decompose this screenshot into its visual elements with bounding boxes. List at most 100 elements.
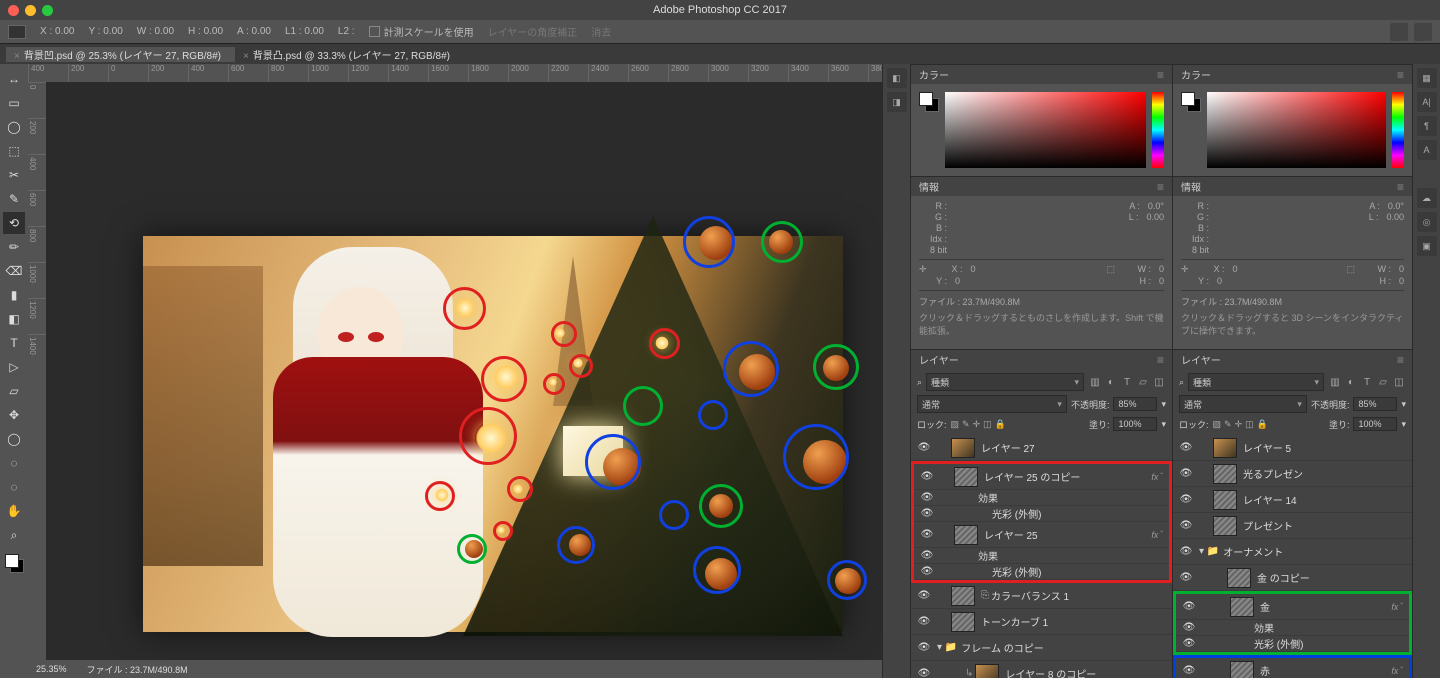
close-window-button[interactable] — [8, 5, 19, 16]
color-swatch[interactable] — [5, 554, 23, 572]
visibility-toggle-icon[interactable]: 👁 — [914, 566, 940, 577]
layer-row[interactable]: 👁レイヤー 5 — [1173, 435, 1412, 461]
visibility-toggle-icon[interactable]: 👁 — [911, 590, 937, 601]
tool-button[interactable]: ⌫ — [3, 260, 25, 282]
opt-clear[interactable]: 消去 — [591, 24, 611, 39]
lock-all-icon[interactable]: ▨ — [951, 419, 960, 430]
color-field[interactable] — [945, 92, 1146, 168]
filter-type-icon[interactable]: T — [1360, 377, 1374, 388]
layer-thumbnail[interactable] — [1213, 438, 1237, 458]
layer-name[interactable]: 赤 — [1260, 663, 1387, 678]
tool-button[interactable]: ◯ — [3, 428, 25, 450]
tool-button[interactable]: ◌ — [3, 452, 25, 474]
filter-adjust-icon[interactable]: ◐ — [1344, 377, 1358, 388]
info-panel-tab[interactable]: 情報≡ — [911, 176, 1172, 196]
color-swatch[interactable] — [1181, 92, 1201, 112]
layer-name[interactable]: レイヤー 14 — [1243, 492, 1406, 507]
layer-thumbnail[interactable] — [954, 525, 978, 545]
filter-smart-icon[interactable]: ◫ — [1392, 377, 1406, 388]
layer-thumbnail[interactable] — [1213, 516, 1237, 536]
panel-menu-icon[interactable]: ≡ — [1157, 68, 1164, 82]
layer-name[interactable]: 金 のコピー — [1257, 570, 1406, 585]
layer-row[interactable]: 👁レイヤー 25fxˆ — [914, 522, 1169, 548]
lock-icon[interactable]: 🔒 — [1257, 419, 1268, 430]
layer-name[interactable]: レイヤー 5 — [1243, 440, 1406, 455]
visibility-toggle-icon[interactable]: 👁 — [914, 550, 940, 561]
layer-thumbnail[interactable] — [951, 612, 975, 632]
layer-thumbnail[interactable] — [975, 664, 999, 678]
layer-thumbnail[interactable] — [1230, 661, 1254, 678]
tool-button[interactable]: ✎ — [3, 188, 25, 210]
lock-pixels-icon[interactable]: ✎ — [1224, 419, 1232, 430]
filter-shape-icon[interactable]: ▱ — [1136, 377, 1150, 388]
tool-button[interactable]: ▱ — [3, 380, 25, 402]
color-swatch[interactable] — [919, 92, 939, 112]
tool-button[interactable]: ⬚ — [3, 140, 25, 162]
layer-name[interactable]: 効果 — [1254, 620, 1403, 635]
workspace-icon[interactable] — [1414, 23, 1432, 41]
filter-pixel-icon[interactable]: ▥ — [1328, 377, 1342, 388]
fill-input[interactable]: 100% — [1353, 417, 1397, 431]
cc-icon[interactable]: ◎ — [1417, 212, 1437, 232]
layer-folder[interactable]: 👁▾ 📁オーナメント — [1173, 539, 1412, 565]
layer-name[interactable]: 光彩 (外側) — [1254, 636, 1403, 651]
opacity-input[interactable]: 85% — [1353, 397, 1397, 411]
tool-button[interactable]: ⌕ — [3, 524, 25, 546]
layer-name[interactable]: オーナメント — [1223, 544, 1406, 559]
chevron-up-icon[interactable]: ˆ — [1160, 472, 1163, 481]
layer-filter-kind[interactable]: 種類 — [1188, 373, 1324, 391]
grid-icon[interactable]: ▦ — [1417, 68, 1437, 88]
document-tab[interactable]: ×背景凹.psd @ 25.3% (レイヤー 27, RGB/8#) — [6, 47, 235, 62]
visibility-toggle-icon[interactable]: 👁 — [1176, 601, 1202, 612]
layer-effect-row[interactable]: 👁光彩 (外側) — [1176, 636, 1409, 652]
layer-thumbnail[interactable] — [951, 586, 975, 606]
visibility-toggle-icon[interactable]: 👁 — [911, 442, 937, 453]
tool-button[interactable]: ▷ — [3, 356, 25, 378]
layer-name[interactable]: レイヤー 27 — [981, 440, 1166, 455]
search-icon[interactable] — [1390, 23, 1408, 41]
visibility-toggle-icon[interactable]: 👁 — [911, 642, 937, 653]
checkbox-measure[interactable]: 計測スケールを使用 — [369, 24, 474, 39]
panel-menu-icon[interactable]: ≡ — [1157, 353, 1164, 367]
layer-filter-kind[interactable]: 種類 — [926, 373, 1084, 391]
layer-name[interactable]: レイヤー 8 のコピー — [1005, 666, 1166, 678]
layer-name[interactable]: 光彩 (外側) — [992, 564, 1163, 579]
tool-button[interactable]: T — [3, 332, 25, 354]
visibility-toggle-icon[interactable]: 👁 — [1176, 622, 1202, 633]
visibility-toggle-icon[interactable]: 👁 — [1173, 520, 1199, 531]
layer-name[interactable]: 光るプレゼン — [1243, 466, 1406, 481]
lock-position-icon[interactable]: ✛ — [973, 419, 981, 430]
tool-button[interactable]: ▮ — [3, 284, 25, 306]
panel-menu-icon[interactable]: ≡ — [1397, 180, 1404, 194]
info-panel-tab[interactable]: 情報≡ — [1173, 176, 1412, 196]
zoom-window-button[interactable] — [42, 5, 53, 16]
opt-layer-angle[interactable]: レイヤーの角度補正 — [488, 24, 578, 39]
layer-name[interactable]: レイヤー 25 — [984, 527, 1147, 542]
blend-mode-dropdown[interactable]: 通常 — [917, 395, 1067, 413]
panel-menu-icon[interactable]: ≡ — [1397, 353, 1404, 367]
canvas-image[interactable] — [143, 236, 843, 632]
tool-button[interactable]: ✥ — [3, 404, 25, 426]
para-icon[interactable]: ¶ — [1417, 116, 1437, 136]
lock-artboard-icon[interactable]: ◫ — [1245, 419, 1254, 430]
document-tab[interactable]: ×背景凸.psd @ 33.3% (レイヤー 27, RGB/8#) — [235, 47, 464, 62]
visibility-toggle-icon[interactable]: 👁 — [1173, 494, 1199, 505]
color-panel-tab[interactable]: カラー≡ — [911, 64, 1172, 84]
visibility-toggle-icon[interactable]: 👁 — [914, 492, 940, 503]
layer-thumbnail[interactable] — [951, 438, 975, 458]
glyph-icon[interactable]: A — [1417, 140, 1437, 160]
color-panel-tab[interactable]: カラー≡ — [1173, 64, 1412, 84]
layer-thumbnail[interactable] — [1230, 597, 1254, 617]
canvas-area[interactable]: 4002000200400600800100012001400160018002… — [28, 64, 882, 678]
layer-effect-row[interactable]: 👁効果 — [914, 490, 1169, 506]
layer-effect-row[interactable]: 👁 効果 — [1176, 620, 1409, 636]
tool-button[interactable]: ◧ — [3, 308, 25, 330]
tool-button[interactable]: ↔ — [3, 68, 25, 90]
layer-row[interactable]: 👁 レイヤー 14 — [1173, 487, 1412, 513]
color-field[interactable] — [1207, 92, 1386, 168]
lock-pixels-icon[interactable]: ✎ — [962, 419, 970, 430]
filter-smart-icon[interactable]: ◫ — [1152, 377, 1166, 388]
visibility-toggle-icon[interactable]: 👁 — [1173, 546, 1199, 557]
lock-all-icon[interactable]: ▨ — [1213, 419, 1222, 430]
opacity-input[interactable]: 85% — [1113, 397, 1157, 411]
